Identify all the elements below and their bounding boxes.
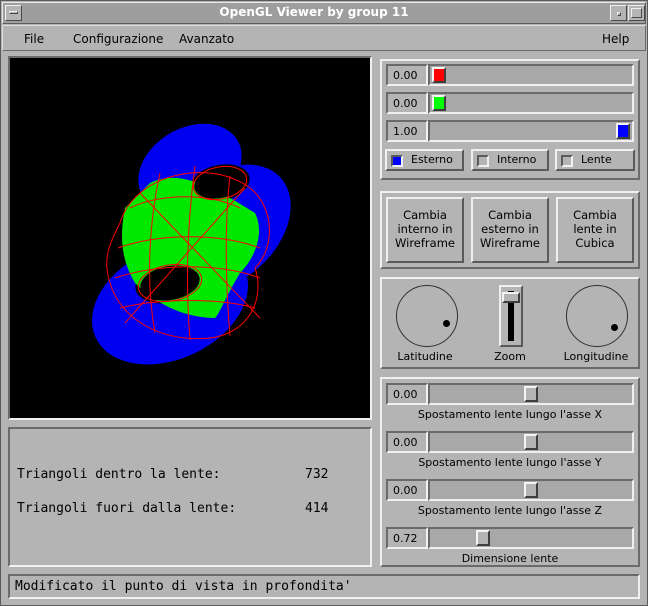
esterno-indicator xyxy=(391,155,403,167)
wireframe-interno-line3: Wireframe xyxy=(395,236,455,250)
blue-slider-thumb[interactable] xyxy=(616,123,630,139)
window-menu-icon xyxy=(9,11,18,14)
lens-size-value-field[interactable]: 0.72 xyxy=(386,527,428,549)
zoom-slider[interactable] xyxy=(499,285,523,347)
lens-size-label: Dimensione lente xyxy=(461,552,559,565)
red-slider[interactable] xyxy=(428,64,634,86)
lens-z-slider-thumb[interactable] xyxy=(524,482,538,498)
inside-value: 732 xyxy=(305,467,329,482)
toggle-interno[interactable]: Interno xyxy=(471,149,549,171)
window-menu-button[interactable] xyxy=(5,5,22,21)
green-slider-thumb[interactable] xyxy=(432,95,446,111)
toggle-lente-label: Lente xyxy=(581,153,612,166)
menu-avanzato[interactable]: Avanzato xyxy=(179,32,234,46)
wireframe-interno-line2: interno in xyxy=(397,222,453,236)
toggle-esterno[interactable]: Esterno xyxy=(385,149,464,171)
longitudine-dial-marker xyxy=(611,324,618,331)
wireframe-interno-button[interactable]: Cambia interno in Wireframe xyxy=(386,197,464,263)
lente-indicator xyxy=(561,155,573,167)
lens-z-slider[interactable] xyxy=(428,479,634,501)
menu-configurazione[interactable]: Configurazione xyxy=(73,32,163,46)
cubica-lente-line1: Cambia xyxy=(573,208,617,222)
cubica-lente-line2: lente in xyxy=(573,222,617,236)
zoom-label: Zoom xyxy=(494,350,526,363)
title-bar[interactable]: OpenGL Viewer by group 11 xyxy=(2,2,646,24)
latitudine-label: Latitudine xyxy=(397,350,453,363)
wireframe-esterno-button[interactable]: Cambia esterno in Wireframe xyxy=(471,197,549,263)
lens-x-label: Spostamento lente lungo l'asse X xyxy=(417,408,603,421)
lens-y-value-field[interactable]: 0.00 xyxy=(386,431,428,453)
lens-z-label: Spostamento lente lungo l'asse Z xyxy=(417,504,603,517)
triangle-stats-panel: Triangoli dentro la lente: 732 Triangoli… xyxy=(8,427,372,567)
lens-z-value-field[interactable]: 0.00 xyxy=(386,479,428,501)
wireframe-esterno-line3: Wireframe xyxy=(480,236,540,250)
maximize-button[interactable] xyxy=(628,5,645,21)
toggle-lente[interactable]: Lente xyxy=(555,149,635,171)
menu-file[interactable]: File xyxy=(24,32,44,46)
lens-x-slider[interactable] xyxy=(428,383,634,405)
toggle-esterno-label: Esterno xyxy=(411,153,453,166)
longitudine-label: Longitudine xyxy=(563,350,629,363)
lens-y-slider[interactable] xyxy=(428,431,634,453)
latitudine-dial[interactable] xyxy=(396,285,458,347)
lens-y-slider-thumb[interactable] xyxy=(524,434,538,450)
lens-size-slider[interactable] xyxy=(428,527,634,549)
latitudine-dial-marker xyxy=(443,320,450,327)
menu-bar: File Configurazione Avanzato Help xyxy=(2,25,646,51)
rendered-3d-model xyxy=(92,123,291,365)
blue-value-field[interactable]: 1.00 xyxy=(386,120,428,142)
cubica-lente-button[interactable]: Cambia lente in Cubica xyxy=(556,197,634,263)
minimize-button[interactable] xyxy=(610,5,627,21)
opengl-viewport[interactable] xyxy=(8,56,372,420)
inside-stat-row: Triangoli dentro la lente: 732 xyxy=(17,467,328,482)
window-title: OpenGL Viewer by group 11 xyxy=(219,5,409,19)
inside-label: Triangoli dentro la lente: xyxy=(17,467,221,482)
red-value-field[interactable]: 0.00 xyxy=(386,64,428,86)
cubica-lente-line3: Cubica xyxy=(575,236,615,250)
lens-x-value-field[interactable]: 0.00 xyxy=(386,383,428,405)
app-window: OpenGL Viewer by group 11 File Configura… xyxy=(0,0,648,606)
blue-slider[interactable] xyxy=(428,120,634,142)
toggle-interno-label: Interno xyxy=(497,153,537,166)
wireframe-esterno-line2: esterno in xyxy=(481,222,539,236)
interno-indicator xyxy=(477,155,489,167)
green-value-field[interactable]: 0.00 xyxy=(386,92,428,114)
maximize-icon xyxy=(631,8,642,18)
lens-size-slider-thumb[interactable] xyxy=(476,530,490,546)
lens-x-slider-thumb[interactable] xyxy=(524,386,538,402)
zoom-slider-thumb[interactable] xyxy=(502,292,520,303)
minimize-icon xyxy=(617,12,621,16)
lens-y-label: Spostamento lente lungo l'asse Y xyxy=(418,456,602,469)
outside-value: 414 xyxy=(305,501,329,516)
longitudine-dial[interactable] xyxy=(566,285,628,347)
outside-label: Triangoli fuori dalla lente: xyxy=(17,501,237,516)
green-slider[interactable] xyxy=(428,92,634,114)
wireframe-interno-line1: Cambia xyxy=(403,208,447,222)
wireframe-esterno-line1: Cambia xyxy=(488,208,532,222)
red-slider-thumb[interactable] xyxy=(432,67,446,83)
outside-stat-row: Triangoli fuori dalla lente: 414 xyxy=(17,501,328,516)
status-bar: Modificato il punto di vista in profondi… xyxy=(8,574,640,599)
menu-help[interactable]: Help xyxy=(602,32,629,46)
